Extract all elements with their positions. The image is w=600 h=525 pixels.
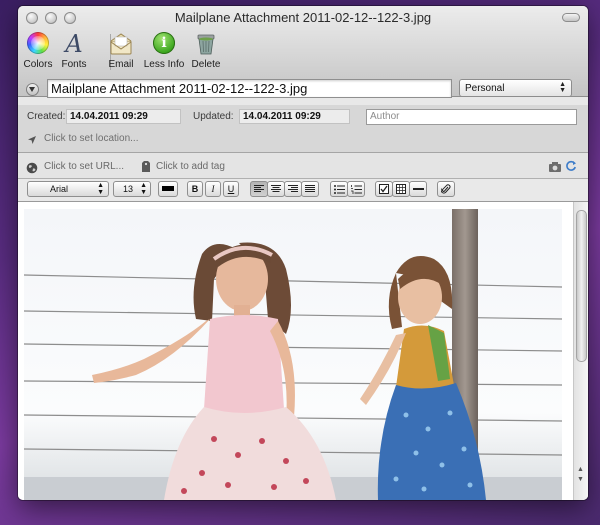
- bullet-list-button[interactable]: [330, 181, 348, 197]
- less-info-button[interactable]: i Less Info: [141, 32, 187, 70]
- align-right-button[interactable]: [284, 181, 302, 197]
- notebook-select-value: Personal: [465, 83, 505, 94]
- bullet-list-icon: [333, 185, 345, 194]
- refresh-icon[interactable]: [565, 159, 577, 177]
- capture-icon[interactable]: [548, 160, 562, 178]
- delete-button[interactable]: Delete: [189, 32, 223, 70]
- updated-label: Updated:: [193, 111, 234, 122]
- formatting-toolbar: Arial ▲ ▼ 13 ▲ ▼ B I U: [18, 179, 588, 202]
- updated-value: 14.04.2011 09:29: [239, 109, 350, 124]
- location-arrow-icon: [27, 132, 37, 144]
- note-content[interactable]: ▲ ▼: [18, 202, 588, 500]
- select-arrows-icon: ▲ ▼: [559, 81, 566, 94]
- scrollbar-thumb[interactable]: [576, 210, 587, 362]
- bold-button[interactable]: B: [187, 181, 203, 197]
- align-center-icon: [271, 185, 281, 192]
- colors-label: Colors: [23, 59, 53, 70]
- font-family-value: Arial: [50, 184, 69, 194]
- checkbox-icon: [379, 184, 389, 194]
- italic-button[interactable]: I: [205, 181, 221, 197]
- text-color-button[interactable]: [158, 181, 178, 197]
- email-label: Email: [108, 59, 134, 70]
- notebook-select[interactable]: Personal ▲ ▼: [459, 79, 572, 97]
- fonts-label: Fonts: [61, 59, 87, 70]
- attach-button[interactable]: [437, 181, 455, 197]
- align-left-icon: [254, 185, 264, 192]
- checkbox-button[interactable]: [375, 181, 393, 197]
- delete-label: Delete: [191, 59, 221, 70]
- envelope-icon: [109, 32, 133, 56]
- font-family-select[interactable]: Arial ▲ ▼: [27, 181, 109, 197]
- trash-icon: [194, 32, 218, 56]
- note-title-field[interactable]: Mailplane Attachment 2011-02-12--122-3.j…: [47, 79, 452, 98]
- font-select-arrows-icon: ▲ ▼: [97, 182, 104, 196]
- created-value: 14.04.2011 09:29: [66, 109, 181, 124]
- table-icon: [396, 184, 406, 194]
- note-window: Mailplane Attachment 2011-02-12--122-3.j…: [18, 6, 588, 500]
- photo-image: [24, 209, 562, 500]
- fonts-button[interactable]: A Fonts: [58, 32, 90, 70]
- less-info-label: Less Info: [143, 59, 185, 70]
- vertical-scrollbar[interactable]: ▲ ▼: [573, 202, 588, 500]
- horizontal-rule-button[interactable]: [409, 181, 427, 197]
- toolbar-toggle-button[interactable]: [562, 13, 580, 22]
- tag-icon: [141, 160, 151, 178]
- disclosure-toggle[interactable]: [26, 83, 39, 96]
- font-size-select[interactable]: 13 ▲ ▼: [113, 181, 151, 197]
- created-label: Created:: [27, 111, 66, 122]
- paperclip-icon: [440, 184, 451, 194]
- scroll-down-arrow-icon[interactable]: ▼: [577, 476, 584, 483]
- url-link[interactable]: Click to set URL...: [44, 161, 124, 172]
- globe-icon: [26, 161, 38, 179]
- email-button[interactable]: Email: [106, 32, 136, 70]
- color-wheel-icon: [26, 32, 50, 56]
- text-color-swatch: [162, 186, 174, 191]
- align-justify-icon: [305, 185, 315, 192]
- font-size-value: 13: [123, 184, 134, 194]
- colors-button[interactable]: Colors: [22, 32, 54, 70]
- size-select-arrows-icon: ▲ ▼: [140, 182, 147, 196]
- underline-button[interactable]: U: [223, 181, 239, 197]
- font-a-icon: A: [65, 30, 83, 58]
- align-center-button[interactable]: [267, 181, 285, 197]
- table-button[interactable]: [392, 181, 410, 197]
- horizontal-rule-icon: [412, 188, 424, 190]
- window-title: Mailplane Attachment 2011-02-12--122-3.j…: [174, 10, 432, 25]
- tag-link[interactable]: Click to add tag: [156, 161, 225, 172]
- scroll-up-arrow-icon[interactable]: ▲: [577, 466, 584, 473]
- location-link[interactable]: Click to set location...: [44, 133, 138, 144]
- align-justify-button[interactable]: [301, 181, 319, 197]
- numbered-list-button[interactable]: [347, 181, 365, 197]
- info-icon: i: [152, 32, 176, 56]
- attached-photo: [24, 209, 562, 500]
- align-left-button[interactable]: [250, 181, 268, 197]
- numbered-list-icon: [350, 185, 362, 194]
- author-field[interactable]: Author: [366, 109, 577, 125]
- align-right-icon: [288, 185, 298, 192]
